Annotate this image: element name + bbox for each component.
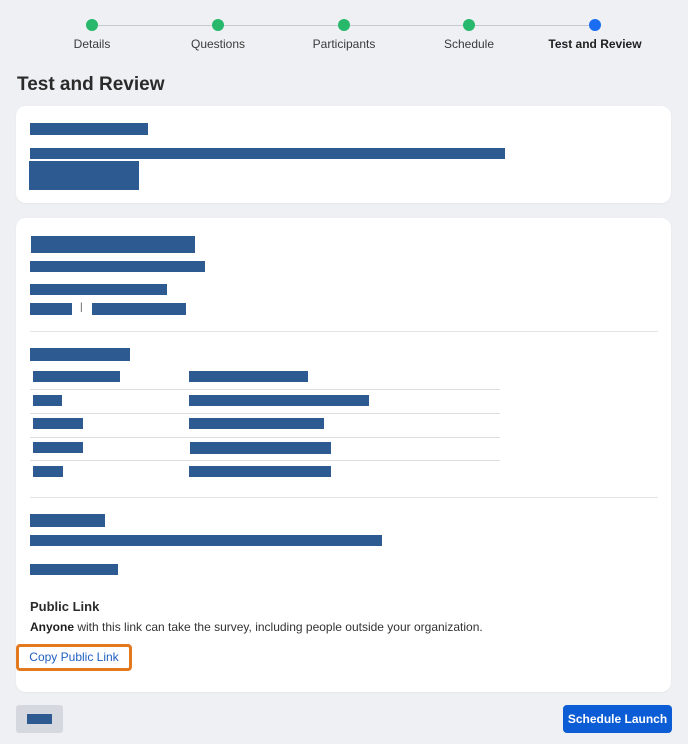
step-current-dot: [589, 19, 601, 31]
step-complete-dot: [338, 19, 350, 31]
schedule-launch-button[interactable]: Schedule Launch: [563, 705, 672, 733]
redacted-heading: [30, 348, 130, 361]
table-cell: [33, 371, 120, 382]
back-button[interactable]: [16, 705, 63, 733]
step-test-and-review[interactable]: Test and Review: [540, 19, 650, 51]
step-label: Details: [73, 37, 111, 51]
redacted-heading: [30, 514, 105, 527]
table-cell: [189, 418, 324, 429]
step-questions[interactable]: Questions: [163, 19, 273, 51]
copy-public-link-button[interactable]: Copy Public Link: [16, 644, 132, 671]
step-complete-dot: [463, 19, 475, 31]
redacted-text: [30, 261, 205, 272]
table-row-divider: [30, 437, 500, 438]
table-cell: [33, 395, 62, 406]
table-cell: [189, 466, 331, 477]
redacted-text: [30, 564, 118, 575]
table-cell: [189, 371, 308, 382]
redacted-text: [31, 236, 195, 253]
table-cell: [33, 418, 83, 429]
redacted-text: [92, 303, 186, 315]
table-row-divider: [30, 460, 500, 461]
step-label: Questions: [190, 37, 246, 51]
step-schedule[interactable]: Schedule: [414, 19, 524, 51]
table-cell: [190, 442, 331, 454]
redacted-text: [30, 284, 167, 295]
table-row-divider: [30, 413, 500, 414]
public-link-description: Anyone with this link can take the surve…: [30, 620, 483, 634]
step-label: Participants: [312, 37, 376, 51]
step-label: Test and Review: [548, 37, 642, 51]
redacted-text: [30, 123, 148, 135]
section-divider: [30, 331, 658, 332]
redacted-label: [27, 714, 52, 724]
step-label: Schedule: [443, 37, 495, 51]
table-cell: [33, 466, 63, 477]
survey-summary-card: [16, 106, 671, 203]
step-participants[interactable]: Participants: [289, 19, 399, 51]
section-divider: [30, 497, 658, 498]
redacted-text: [30, 303, 72, 315]
table-row-divider: [30, 389, 500, 390]
table-cell: [33, 442, 83, 453]
public-link-title: Public Link: [30, 599, 100, 614]
step-complete-dot: [212, 19, 224, 31]
table-cell: [189, 395, 369, 406]
separator: |: [80, 302, 83, 313]
step-details[interactable]: Details: [37, 19, 147, 51]
page-title: Test and Review: [17, 74, 165, 95]
survey-details-card: | Public Link Anyone with this link can …: [16, 218, 671, 692]
progress-stepper: Details Questions Participants Schedule …: [0, 0, 688, 60]
public-link-desc-bold: Anyone: [30, 620, 75, 634]
redacted-text: [30, 148, 505, 159]
redacted-text: [30, 535, 382, 546]
step-complete-dot: [86, 19, 98, 31]
redacted-text: [29, 161, 139, 190]
public-link-desc-text: with this link can take the survey, incl…: [74, 620, 483, 634]
